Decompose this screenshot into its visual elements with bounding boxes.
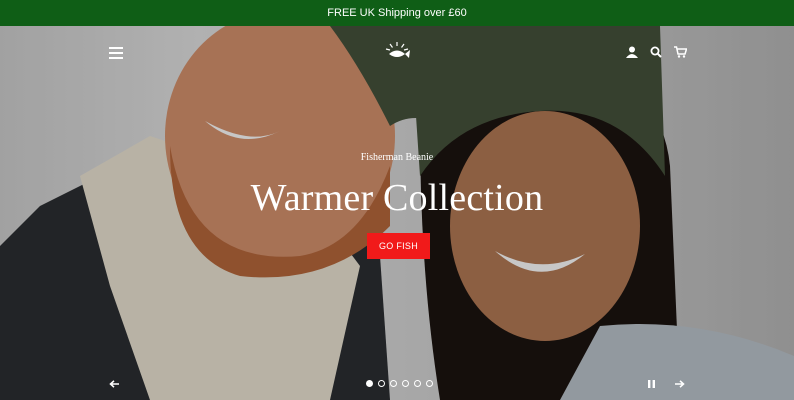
hamburger-menu-icon[interactable]	[106, 44, 126, 62]
pause-icon[interactable]	[644, 377, 658, 391]
go-fish-button[interactable]: GO FISH	[367, 233, 430, 259]
slide-dot-1[interactable]	[366, 380, 373, 387]
cart-icon[interactable]	[672, 44, 688, 60]
slide-subheading: Fisherman Beanie	[360, 152, 434, 163]
arrow-left-icon[interactable]	[106, 376, 122, 392]
announcement-bar: FREE UK Shipping over £60	[0, 0, 794, 26]
slide-dot-3[interactable]	[390, 380, 397, 387]
slide-dot-6[interactable]	[426, 380, 433, 387]
slide-dot-4[interactable]	[402, 380, 409, 387]
slide-heading: Warmer Collection	[250, 177, 544, 219]
hero-slideshow: Fisherman Beanie Warmer Collection GO FI…	[0, 26, 794, 400]
slide-dot-2[interactable]	[378, 380, 385, 387]
slide-dot-5[interactable]	[414, 380, 421, 387]
announcement-text: FREE UK Shipping over £60	[327, 7, 467, 19]
arrow-right-icon[interactable]	[672, 376, 688, 392]
search-icon[interactable]	[648, 44, 664, 60]
sun-fish-logo-icon[interactable]	[382, 38, 412, 64]
slide-pagination	[366, 380, 433, 387]
account-icon[interactable]	[624, 44, 640, 60]
